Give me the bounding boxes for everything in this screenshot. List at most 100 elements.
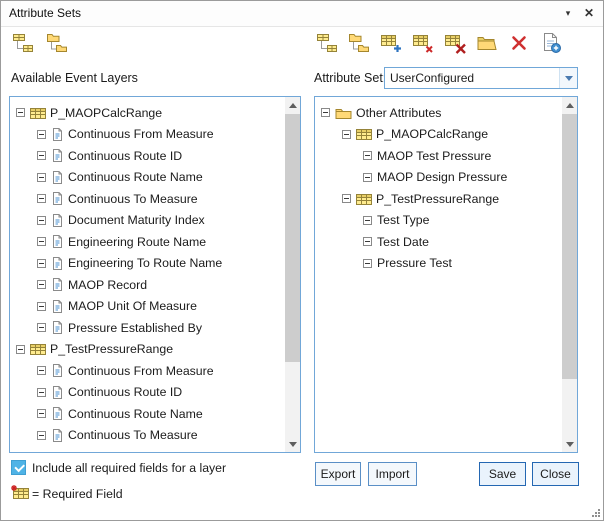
tree-node-label: P_TestPressureRange xyxy=(50,342,173,356)
tree-node-label: Engineering Route Name xyxy=(68,235,206,249)
tree-node-continuous-route-id[interactable]: Continuous Route ID xyxy=(10,145,285,167)
titlebar[interactable]: Attribute Sets ▾ ✕ xyxy=(1,1,603,27)
scroll-up-icon[interactable] xyxy=(285,97,300,113)
page-icon xyxy=(51,127,64,142)
chevron-down-icon xyxy=(565,76,573,81)
include-required-fields-checkbox[interactable] xyxy=(11,460,26,475)
tree-node-p-maopcalcrange[interactable]: P_MAOPCalcRange xyxy=(315,124,562,146)
new-attribute-set-icon[interactable] xyxy=(537,30,564,56)
scrollbar-thumb[interactable] xyxy=(562,114,577,379)
tree-node-p-testpressurerange[interactable]: P_TestPressureRange xyxy=(10,339,285,361)
add-layer-group-icon[interactable] xyxy=(43,30,70,56)
tree-node-label: MAOP Record xyxy=(68,278,147,292)
collapse-expander-icon[interactable] xyxy=(37,151,46,160)
scrollbar-thumb[interactable] xyxy=(285,114,300,362)
page-icon xyxy=(51,385,64,400)
tree-node-label: Other Attributes xyxy=(356,106,441,120)
collapse-expander-icon[interactable] xyxy=(37,366,46,375)
tree-node-pressure-established-by[interactable]: Pressure Established By xyxy=(10,317,285,339)
tree-node-label: P_TestPressureRange xyxy=(376,192,499,206)
collapse-expander-icon[interactable] xyxy=(37,409,46,418)
scroll-up-icon[interactable] xyxy=(562,97,577,113)
page-icon xyxy=(51,234,64,249)
collapse-expander-icon[interactable] xyxy=(37,388,46,397)
collapse-expander-icon[interactable] xyxy=(37,323,46,332)
collapse-expander-icon[interactable] xyxy=(16,108,25,117)
page-icon xyxy=(51,299,64,314)
collapse-expander-icon[interactable] xyxy=(321,108,330,117)
remove-attribute-icon[interactable] xyxy=(409,30,436,56)
attribute-set-tree: Other Attributes P_MAOPCalcRange MAOP Test… xyxy=(315,97,562,452)
collapse-expander-icon[interactable] xyxy=(342,130,351,139)
collapse-expander-icon[interactable] xyxy=(37,173,46,182)
tree-node-label: Continuous Route Name xyxy=(68,407,203,421)
collapse-expander-icon[interactable] xyxy=(37,194,46,203)
collapse-expander-icon[interactable] xyxy=(363,151,372,160)
left-panel-scrollbar[interactable] xyxy=(285,97,300,452)
tree-node-maop-unit-of-measure[interactable]: MAOP Unit Of Measure xyxy=(10,296,285,318)
tree-node-label: Document Maturity Index xyxy=(68,213,205,227)
tree-node-maop-design-pressure[interactable]: MAOP Design Pressure xyxy=(315,167,562,189)
tree-node-p-testpressurerange[interactable]: P_TestPressureRange xyxy=(315,188,562,210)
tree-node-continuous-from-measure[interactable]: Continuous From Measure xyxy=(10,360,285,382)
collapse-expander-icon[interactable] xyxy=(37,237,46,246)
attribute-sets-dialog: Attribute Sets ▾ ✕ Available Event Layer… xyxy=(0,0,604,521)
tree-node-continuous-route-name[interactable]: Continuous Route Name xyxy=(10,167,285,189)
tree-node-label: Engineering To Route Name xyxy=(68,256,222,270)
collapse-expander-icon[interactable] xyxy=(363,259,372,268)
import-button[interactable]: Import xyxy=(368,462,417,486)
include-required-fields-label: Include all required fields for a layer xyxy=(32,461,226,475)
page-icon xyxy=(51,428,64,443)
required-field-icon xyxy=(10,484,29,503)
collapse-expander-icon[interactable] xyxy=(37,259,46,268)
collapse-expander-icon[interactable] xyxy=(37,302,46,311)
titlebar-menu-icon[interactable]: ▾ xyxy=(559,4,577,22)
collapse-expander-icon[interactable] xyxy=(37,431,46,440)
manage-sets-icon[interactable] xyxy=(473,30,500,56)
collapse-expander-icon[interactable] xyxy=(342,194,351,203)
close-icon[interactable]: ✕ xyxy=(580,4,598,22)
tree-node-maop-record[interactable]: MAOP Record xyxy=(10,274,285,296)
attribute-set-combobox[interactable]: UserConfigured xyxy=(384,67,578,89)
tree-node-label: P_MAOPCalcRange xyxy=(376,127,488,141)
resize-grip[interactable] xyxy=(590,507,600,517)
add-layer-fields-icon[interactable] xyxy=(9,30,36,56)
tree-node-continuous-route-id[interactable]: Continuous Route ID xyxy=(10,382,285,404)
combobox-dropdown-button[interactable] xyxy=(559,68,577,88)
tree-node-maop-test-pressure[interactable]: MAOP Test Pressure xyxy=(315,145,562,167)
delete-set-icon[interactable] xyxy=(505,30,532,56)
collapse-expander-icon[interactable] xyxy=(37,280,46,289)
collapse-expander-icon[interactable] xyxy=(37,130,46,139)
collapse-expander-icon[interactable] xyxy=(16,345,25,354)
tree-node-other-attributes[interactable]: Other Attributes xyxy=(315,102,562,124)
tree-node-continuous-route-name[interactable]: Continuous Route Name xyxy=(10,403,285,425)
insert-group-icon[interactable] xyxy=(345,30,372,56)
tree-node-document-maturity-index[interactable]: Document Maturity Index xyxy=(10,210,285,232)
collapse-expander-icon[interactable] xyxy=(37,216,46,225)
remove-all-attributes-icon[interactable] xyxy=(441,30,468,56)
left-toolbar xyxy=(9,30,70,56)
save-button[interactable]: Save xyxy=(479,462,526,486)
tree-node-pressure-test[interactable]: Pressure Test xyxy=(315,253,562,275)
collapse-expander-icon[interactable] xyxy=(363,216,372,225)
right-panel-scrollbar[interactable] xyxy=(562,97,577,452)
tree-node-label: Test Type xyxy=(377,213,429,227)
collapse-expander-icon[interactable] xyxy=(363,173,372,182)
tree-node-continuous-from-measure[interactable]: Continuous From Measure xyxy=(10,124,285,146)
tree-node-label: Continuous To Measure xyxy=(68,428,198,442)
collapse-expander-icon[interactable] xyxy=(363,237,372,246)
page-icon xyxy=(51,363,64,378)
tree-node-p-maopcalcrange[interactable]: P_MAOPCalcRange xyxy=(10,102,285,124)
tree-node-test-date[interactable]: Test Date xyxy=(315,231,562,253)
tree-node-test-type[interactable]: Test Type xyxy=(315,210,562,232)
insert-layer-fields-icon[interactable] xyxy=(313,30,340,56)
tree-node-continuous-to-measure[interactable]: Continuous To Measure xyxy=(10,425,285,447)
tree-node-engineering-to-route-name[interactable]: Engineering To Route Name xyxy=(10,253,285,275)
tree-node-engineering-route-name[interactable]: Engineering Route Name xyxy=(10,231,285,253)
export-button[interactable]: Export xyxy=(315,462,361,486)
add-attribute-icon[interactable] xyxy=(377,30,404,56)
close-button[interactable]: Close xyxy=(532,462,579,486)
scroll-down-icon[interactable] xyxy=(562,436,577,452)
scroll-down-icon[interactable] xyxy=(285,436,300,452)
tree-node-continuous-to-measure[interactable]: Continuous To Measure xyxy=(10,188,285,210)
